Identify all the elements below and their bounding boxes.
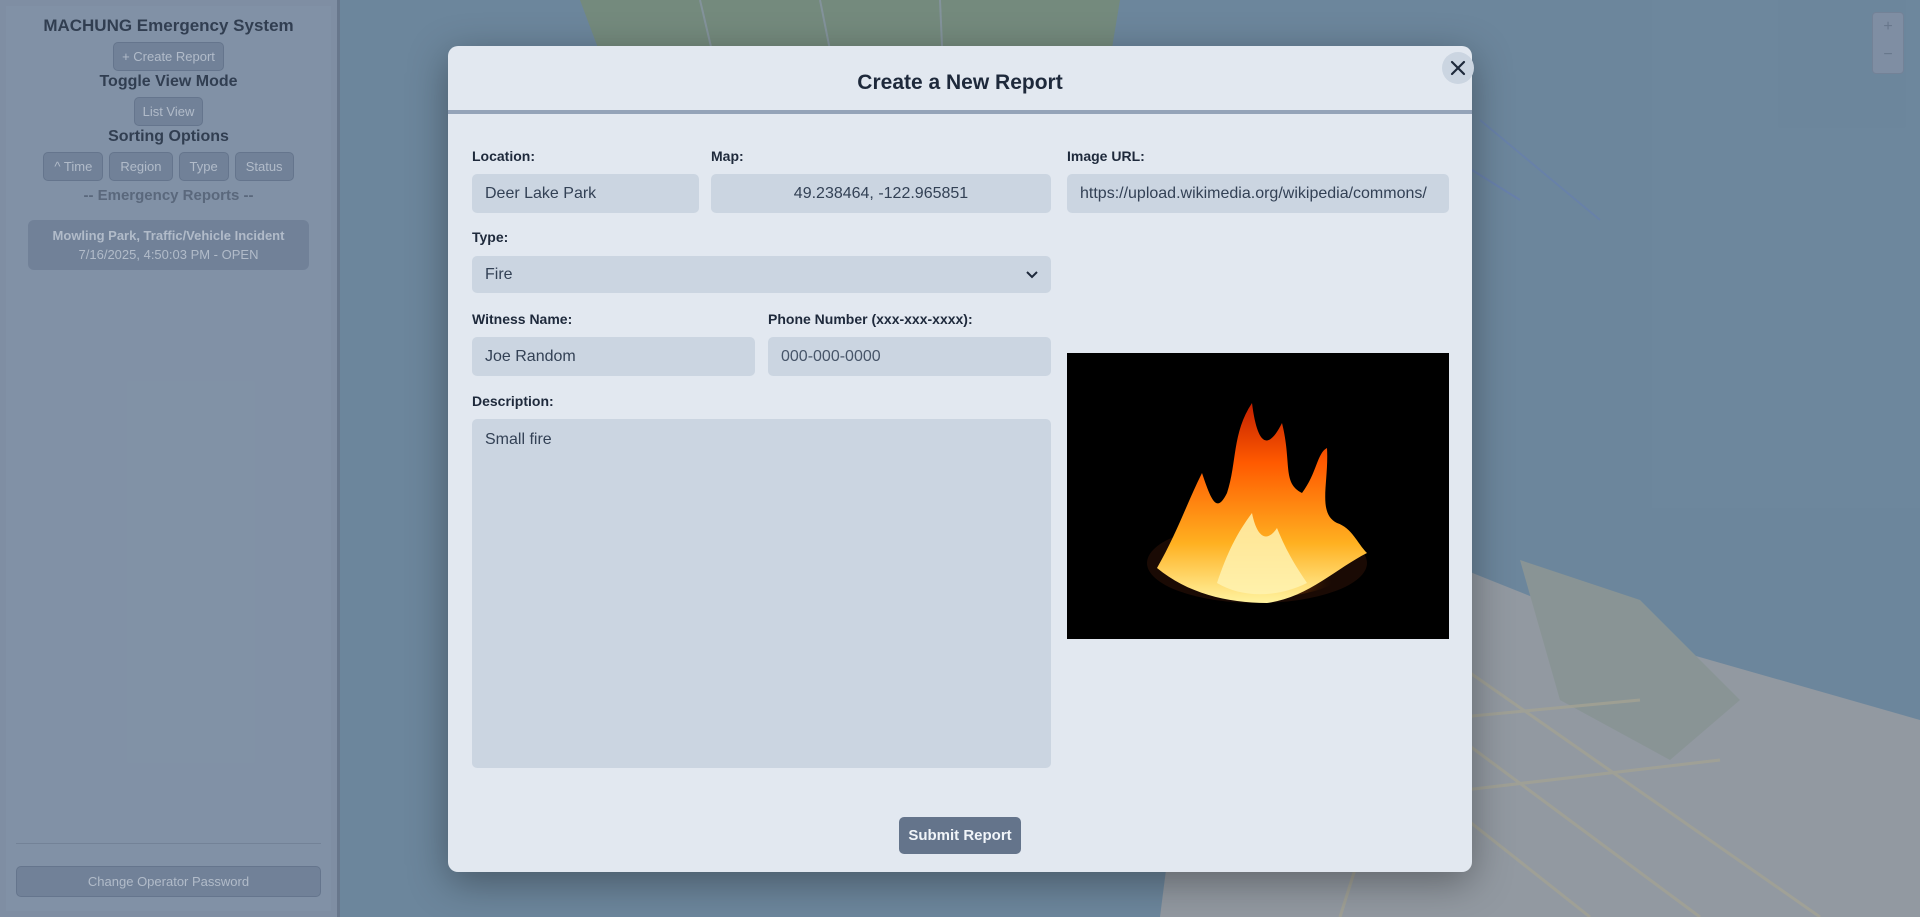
map-label: Map: bbox=[711, 148, 744, 164]
description-label: Description: bbox=[472, 393, 554, 409]
close-icon bbox=[1450, 60, 1466, 76]
description-textarea[interactable]: Small fire bbox=[472, 419, 1051, 768]
create-report-modal: Create a New Report Location: Deer Lake … bbox=[448, 46, 1474, 872]
phone-number-label: Phone Number (xxx-xxx-xxxx): bbox=[768, 311, 973, 327]
phone-number-input[interactable]: 000-000-0000 bbox=[768, 337, 1051, 376]
witness-name-label: Witness Name: bbox=[472, 311, 573, 327]
submit-report-button[interactable]: Submit Report bbox=[899, 817, 1021, 854]
fire-image bbox=[1067, 353, 1449, 639]
image-url-input[interactable]: https://upload.wikimedia.org/wikipedia/c… bbox=[1067, 174, 1449, 213]
type-select[interactable]: Fire bbox=[472, 256, 1051, 293]
location-input[interactable]: Deer Lake Park bbox=[472, 174, 699, 213]
image-preview bbox=[1067, 353, 1449, 639]
image-url-label: Image URL: bbox=[1067, 148, 1145, 164]
witness-name-input[interactable]: Joe Random bbox=[472, 337, 755, 376]
close-button[interactable] bbox=[1442, 52, 1474, 84]
chevron-down-icon bbox=[1026, 270, 1038, 278]
map-coordinates-input[interactable]: 49.238464, -122.965851 bbox=[711, 174, 1051, 213]
type-select-value: Fire bbox=[485, 265, 513, 283]
location-label: Location: bbox=[472, 148, 535, 164]
type-label: Type: bbox=[472, 229, 509, 245]
modal-title: Create a New Report bbox=[857, 71, 1063, 94]
modal-header: Create a New Report bbox=[448, 46, 1474, 114]
